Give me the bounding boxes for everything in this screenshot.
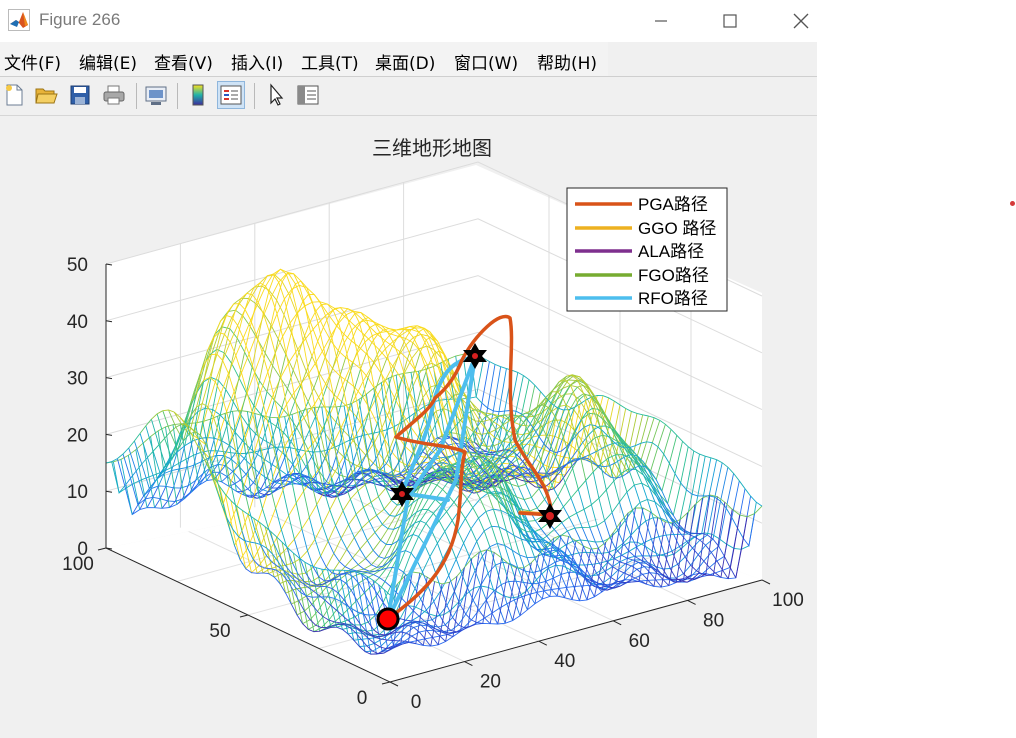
close-button[interactable] — [778, 0, 824, 42]
save-icon[interactable] — [66, 81, 94, 109]
menu-desktop[interactable]: 桌面(D) — [375, 49, 435, 74]
legend-label-pga: PGA路径 — [638, 195, 708, 214]
new-figure-icon[interactable] — [0, 81, 28, 109]
legend[interactable]: PGA路径 GGO 路径 ALA路径 FGO路径 RFO路径 — [566, 187, 728, 312]
x-tick-label: 80 — [703, 610, 724, 631]
x-tick-label: 60 — [629, 631, 650, 652]
matlab-logo-icon — [8, 9, 30, 31]
x-tick-label: 0 — [411, 692, 422, 713]
menu-help[interactable]: 帮助(H) — [537, 49, 597, 74]
x-tick-label: 20 — [480, 672, 501, 693]
legend-label-ggo: GGO 路径 — [638, 219, 716, 238]
z-tick-label: 10 — [67, 482, 88, 503]
z-tick-label: 30 — [67, 369, 88, 390]
figure-window: Figure 266 文件(F) 编辑(E) 查看(V) 插入(I) 工具(T)… — [0, 0, 817, 738]
y-tick-label: 50 — [209, 621, 230, 642]
legend-label-rfo: RFO路径 — [638, 289, 708, 308]
surface-mesh-line — [690, 532, 702, 534]
legend-icon[interactable] — [217, 81, 245, 109]
surface-mesh-line — [266, 487, 278, 489]
start-marker — [376, 607, 400, 631]
desktop-red-dot — [1010, 201, 1015, 206]
z-tick-label: 40 — [67, 312, 88, 333]
plot-area[interactable]: 三维地形地图 01020304050020406080100050100 PGA… — [0, 116, 817, 738]
legend-label-fgo: FGO路径 — [638, 266, 709, 285]
print-icon[interactable] — [100, 81, 128, 109]
minimize-button[interactable] — [638, 0, 684, 42]
window-title: Figure 266 — [39, 10, 121, 29]
z-tick-label: 50 — [67, 255, 88, 276]
legend-label-ala: ALA路径 — [638, 242, 704, 261]
toolbar — [0, 77, 817, 116]
menu-tools[interactable]: 工具(T) — [301, 49, 359, 74]
title-bar: Figure 266 — [0, 0, 817, 42]
y-tick-label: 100 — [62, 554, 94, 575]
x-tick-label: 40 — [554, 651, 575, 672]
menu-bar: 文件(F) 编辑(E) 查看(V) 插入(I) 工具(T) 桌面(D) 窗口(W… — [0, 42, 817, 76]
colorbar-icon[interactable] — [184, 81, 212, 109]
link-plot-icon[interactable] — [142, 81, 170, 109]
menu-insert[interactable]: 插入(I) — [231, 49, 283, 74]
menu-edit[interactable]: 编辑(E) — [79, 49, 137, 74]
chart-title: 三维地形地图 — [372, 136, 492, 160]
y-tick-label: 0 — [357, 688, 368, 709]
maximize-button[interactable] — [707, 0, 753, 42]
property-inspector-icon[interactable] — [294, 81, 322, 109]
open-file-icon[interactable] — [32, 81, 60, 109]
edit-plot-pointer-icon[interactable] — [262, 81, 290, 109]
z-tick-label: 20 — [67, 425, 88, 446]
x-tick-label: 100 — [772, 590, 804, 611]
menu-file[interactable]: 文件(F) — [4, 49, 61, 74]
menu-window[interactable]: 窗口(W) — [454, 49, 518, 74]
menu-view[interactable]: 查看(V) — [154, 49, 213, 74]
